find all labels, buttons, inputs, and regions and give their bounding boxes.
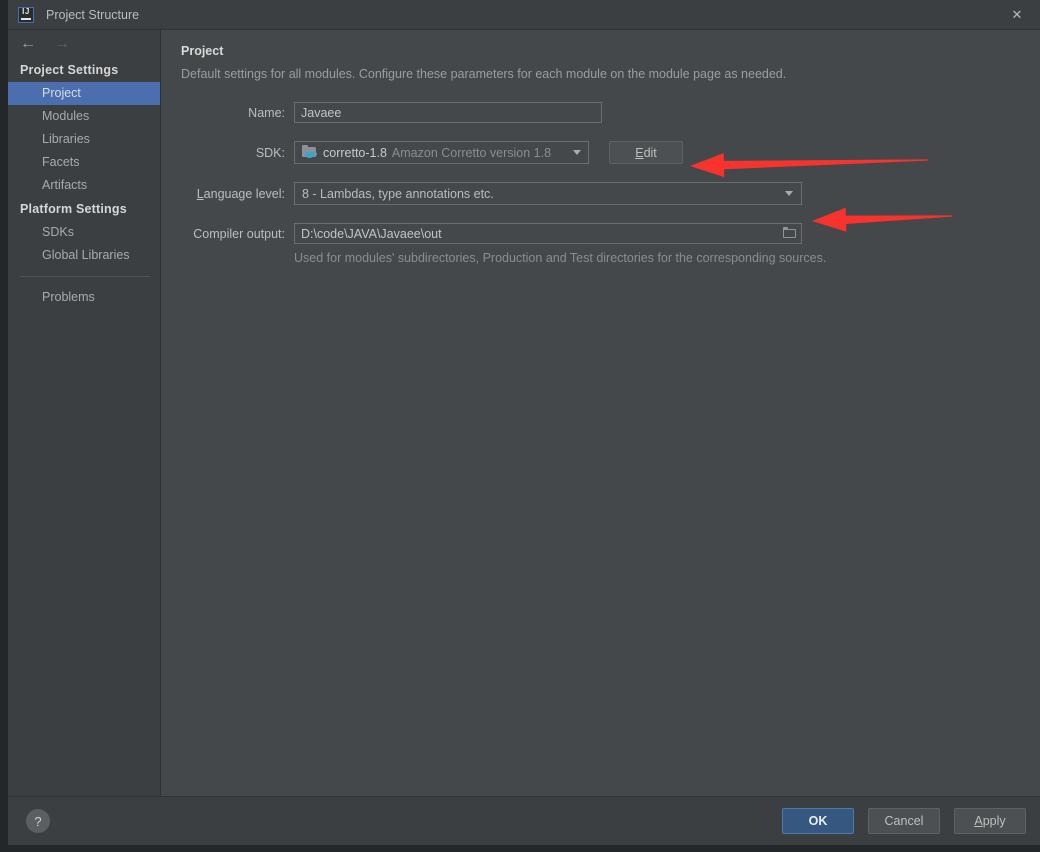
arrow-right-icon[interactable]: → (54, 36, 70, 52)
edit-button-mnemonic: E (635, 145, 644, 160)
project-name-input[interactable]: Javaee (294, 102, 602, 123)
edit-sdk-button[interactable]: Edit (609, 141, 683, 164)
sdk-selected-description: Amazon Corretto version 1.8 (391, 145, 552, 160)
page-title: Project (181, 44, 224, 58)
edit-button-label: dit (643, 145, 657, 160)
page-description: Default settings for all modules. Config… (181, 67, 787, 81)
intellij-idea-logo-icon: IJ (18, 6, 34, 23)
logo-text: IJ (22, 6, 30, 16)
sidebar-divider (20, 276, 150, 277)
chevron-down-icon (573, 150, 581, 155)
settings-sidebar: ← → Project Settings Project Modules Lib… (8, 30, 161, 796)
sidebar-item-facets[interactable]: Facets (8, 151, 160, 174)
sidebar-item-sdks[interactable]: SDKs (8, 221, 160, 244)
compiler-output-value: D:\code\JAVA\Javaee\out (301, 226, 442, 241)
compiler-output-hint: Used for modules' subdirectories, Produc… (294, 251, 827, 265)
project-name-label: Name: (248, 105, 285, 120)
compiler-output-row: Compiler output: D:\code\JAVA\Javaee\out (181, 223, 1040, 244)
sidebar-item-project[interactable]: Project (8, 82, 160, 105)
apply-button[interactable]: Apply (954, 808, 1026, 834)
ok-button[interactable]: OK (782, 808, 854, 834)
folder-browse-icon[interactable] (783, 227, 797, 239)
help-icon[interactable]: ? (26, 809, 50, 833)
close-icon[interactable]: ✕ (994, 0, 1040, 29)
cancel-button[interactable]: Cancel (868, 808, 940, 834)
dialog-body: ← → Project Settings Project Modules Lib… (8, 30, 1040, 796)
compiler-output-input[interactable]: D:\code\JAVA\Javaee\out (294, 223, 802, 244)
arrow-left-icon[interactable]: ← (20, 36, 36, 52)
project-name-row: Name: Javaee (181, 102, 1040, 123)
jdk-folder-icon (302, 145, 317, 159)
sidebar-group-platform-settings: Platform Settings (20, 202, 127, 216)
sdk-row: SDK: corretto-1.8 Amazon Corretto versio… (181, 141, 1040, 164)
dialog-footer: ? OK Cancel Apply (8, 796, 1040, 845)
project-structure-dialog: IJ Project Structure ✕ ← → Project Setti… (8, 0, 1040, 845)
sidebar-item-artifacts[interactable]: Artifacts (8, 174, 160, 197)
project-settings-panel: Project Default settings for all modules… (161, 30, 1040, 796)
dialog-titlebar: IJ Project Structure ✕ (8, 0, 1040, 30)
sidebar-group-project-settings: Project Settings (20, 63, 119, 77)
language-level-row: Language level: 8 - Lambdas, type annota… (181, 182, 1040, 205)
compiler-output-label: Compiler output: (193, 226, 285, 241)
sdk-label: SDK: (255, 145, 285, 160)
sidebar-item-modules[interactable]: Modules (8, 105, 160, 128)
language-level-label: Language level: (196, 186, 285, 201)
sidebar-item-libraries[interactable]: Libraries (8, 128, 160, 151)
sdk-selected-name: corretto-1.8 (323, 145, 387, 160)
dialog-title: Project Structure (46, 7, 140, 22)
project-name-value: Javaee (301, 105, 342, 120)
sidebar-navigation: ← → (8, 30, 160, 58)
screen: IJ Project Structure ✕ ← → Project Setti… (0, 0, 1040, 852)
language-level-value: 8 - Lambdas, type annotations etc. (302, 186, 494, 201)
sidebar-item-problems[interactable]: Problems (8, 286, 160, 309)
sdk-combobox[interactable]: corretto-1.8 Amazon Corretto version 1.8 (294, 141, 589, 164)
chevron-down-icon (785, 191, 793, 196)
language-level-combobox[interactable]: 8 - Lambdas, type annotations etc. (294, 182, 802, 205)
sidebar-item-global-libraries[interactable]: Global Libraries (8, 244, 160, 267)
